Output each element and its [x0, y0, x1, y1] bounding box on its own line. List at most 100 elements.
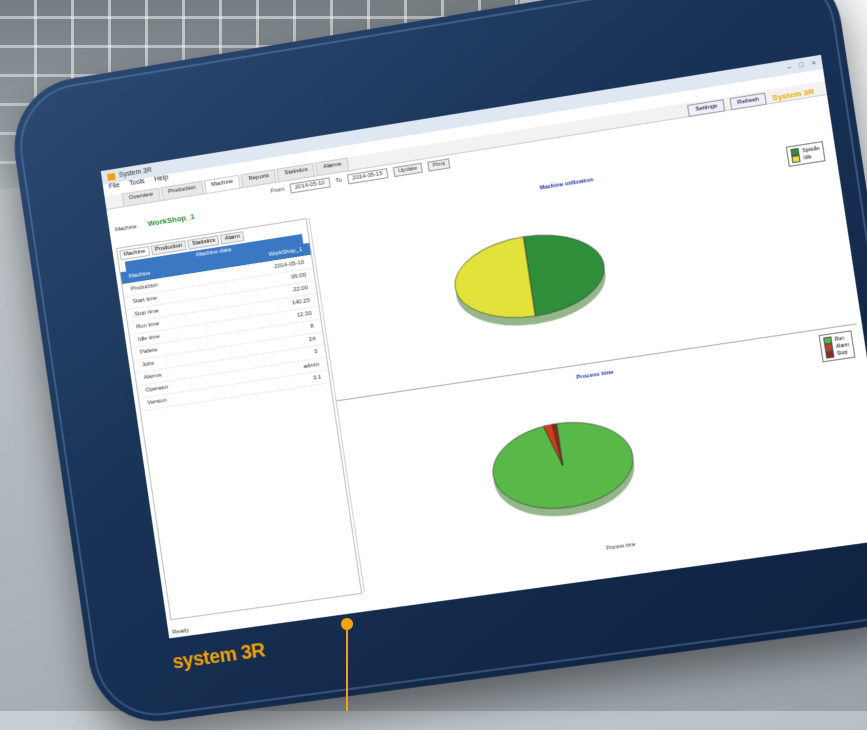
update-button[interactable]: Update: [392, 162, 423, 178]
table-row[interactable]: Run time 140.25: [127, 293, 319, 336]
to-date-input[interactable]: 2014-05-15: [346, 168, 389, 185]
legend-item: Spindle: [790, 145, 820, 157]
chart2-legend: Run Alarm Stop: [818, 330, 856, 363]
camera-icon: [824, 253, 851, 280]
pie-slice: [543, 424, 562, 468]
row-value: 24: [308, 336, 316, 344]
row-value: 140.25: [291, 298, 311, 307]
chart1-title: Machine utilization: [539, 177, 594, 192]
window-title: System 3R: [118, 166, 153, 179]
chart-area: Machine utilization Spindle Idle Process…: [308, 136, 867, 592]
panel-tab-machine[interactable]: Machine: [119, 246, 150, 261]
legend-swatch: [824, 343, 834, 352]
from-date-input[interactable]: 2014-05-10: [289, 177, 331, 194]
legend-label: Stop: [836, 348, 848, 357]
tab-production[interactable]: Production: [160, 180, 204, 200]
chart2-title: Process time: [575, 369, 615, 382]
table-row[interactable]: Version 3.1: [139, 370, 330, 412]
tab-statistics[interactable]: Statistics: [276, 162, 316, 182]
legend-label: Alarm: [835, 341, 850, 350]
brand-logo: system 3R: [171, 639, 267, 674]
pie-slice: [449, 237, 535, 328]
status-bar: Ready: [171, 627, 190, 636]
row-value: 06:00: [291, 272, 307, 281]
machine-data-panel: Machine Production Statistics Alarm Mach…: [115, 218, 363, 621]
chart-divider: [336, 323, 857, 402]
window-titlebar: System 3R – □ ×: [100, 54, 824, 185]
tab-alarms[interactable]: Alarms: [315, 157, 350, 176]
row-value: 2014-05-10: [273, 259, 305, 271]
panel-tab-statistics[interactable]: Statistics: [187, 235, 220, 250]
data-rows: Machine WorkShop_1 Production 2014-05-10 Sta…: [120, 242, 330, 412]
panel-tabs: Machine Production Statistics Alarm: [117, 219, 308, 262]
machine-header: Machine WorkShop_1: [114, 212, 195, 233]
machine-label: Machine: [114, 224, 138, 234]
pointer-line: [346, 628, 348, 711]
row-key: Jobs: [141, 360, 155, 369]
row-key: Operator: [145, 384, 169, 394]
legend-swatch: [823, 336, 833, 345]
pie-slice: [552, 424, 563, 466]
row-key: Alarms: [143, 372, 163, 382]
pie-slice: [487, 414, 639, 518]
legend-item: Idle: [791, 152, 821, 164]
panel-tab-production[interactable]: Production: [150, 240, 188, 256]
row-key: Pallets: [139, 347, 158, 356]
from-label: From: [270, 186, 285, 195]
row-key: Idle time: [137, 333, 161, 344]
row-value: 22:00: [292, 285, 309, 294]
row-key: Stop time: [134, 308, 160, 318]
row-key: Version: [147, 397, 168, 407]
pie-depth: [488, 421, 641, 526]
machine-name: WorkShop_1: [147, 211, 196, 229]
row-key: Production: [130, 282, 159, 293]
table-row[interactable]: Production 2014-05-10: [122, 255, 313, 298]
panel-tab-alarm[interactable]: Alarm: [220, 231, 245, 245]
close-button[interactable]: ×: [811, 59, 816, 67]
tab-reports[interactable]: Reports: [240, 169, 277, 188]
legend-swatch: [791, 154, 801, 164]
legend-item: Alarm: [824, 341, 850, 352]
row-value: 3: [313, 349, 318, 356]
table-row[interactable]: Jobs 24: [133, 332, 325, 374]
menu-tools[interactable]: Tools: [129, 178, 146, 192]
table-row[interactable]: Machine WorkShop_1: [120, 242, 312, 285]
row-value: WorkShop_1: [268, 246, 303, 259]
refresh-button[interactable]: Refresh: [729, 92, 767, 111]
menu-bar: File Tools Help: [102, 68, 825, 197]
chart1-pie: [309, 136, 612, 336]
tab-machine[interactable]: Machine: [203, 174, 241, 194]
menu-file[interactable]: File: [108, 182, 120, 195]
chart-footer: Process time: [605, 541, 636, 552]
row-key: Machine: [128, 270, 152, 280]
main-tabs: Overview Production Machine Reports Stat…: [104, 80, 828, 210]
tablet-screen: System 3R – □ × File Tools Help Overview…: [100, 54, 867, 639]
table-row[interactable]: Alarms 3: [135, 344, 327, 387]
panel-heading: Machine data: [124, 233, 304, 272]
table-row[interactable]: Pallets 8: [131, 319, 323, 361]
settings-button[interactable]: Settings: [687, 99, 726, 117]
maximize-button[interactable]: □: [799, 61, 804, 69]
row-value: 3.1: [312, 374, 322, 382]
brand-tag: System 3R: [771, 86, 815, 103]
row-key: Run time: [135, 321, 160, 331]
pie-depth: [450, 233, 612, 336]
row-key: Start time: [132, 295, 158, 306]
table-row[interactable]: Operator admin: [137, 357, 329, 399]
header-actions: Settings Refresh System 3R: [687, 85, 815, 117]
print-button[interactable]: Print: [427, 158, 451, 172]
menu-help[interactable]: Help: [154, 174, 170, 188]
row-value: 12.30: [296, 310, 313, 319]
legend-item: Run: [823, 334, 849, 345]
date-toolbar: From 2014-05-10 To 2014-05-15 Update Pri…: [106, 95, 829, 225]
minimize-button[interactable]: –: [787, 63, 792, 71]
legend-swatch: [790, 147, 800, 157]
tab-overview[interactable]: Overview: [121, 187, 161, 207]
legend-label: Idle: [803, 153, 813, 161]
legend-label: Spindle: [801, 145, 820, 154]
table-row[interactable]: Idle time 12.30: [129, 306, 321, 349]
table-row[interactable]: Start time 06:00: [124, 268, 315, 311]
legend-label: Run: [834, 335, 845, 343]
row-value: 8: [309, 323, 315, 330]
table-row[interactable]: Stop time 22:00: [126, 281, 317, 323]
